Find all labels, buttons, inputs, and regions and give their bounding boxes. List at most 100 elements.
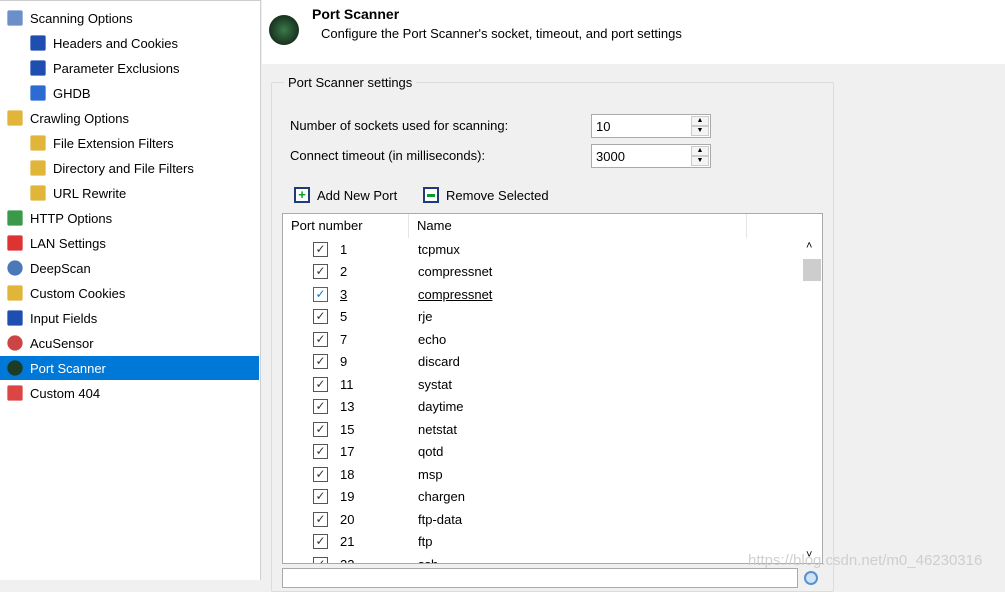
sidebar-item-url-rewrite[interactable]: URL Rewrite (0, 181, 259, 205)
radar-icon (7, 360, 23, 376)
port-checkbox[interactable]: ✓ (313, 444, 328, 459)
sidebar-item-headers-and-cookies[interactable]: Headers and Cookies (0, 31, 259, 55)
port-checkbox[interactable]: ✓ (313, 264, 328, 279)
port-checkbox[interactable]: ✓ (313, 421, 328, 437)
port-number: 13 (340, 399, 355, 414)
table-row[interactable]: ✓ 5 rje (283, 306, 799, 328)
search-icon[interactable] (804, 571, 818, 585)
sidebar-item-label: Crawling Options (30, 110, 129, 126)
spin-up-button[interactable]: ▲ (691, 116, 709, 126)
table-row[interactable]: ✓ 21 ftp (283, 531, 799, 553)
port-checkbox[interactable]: ✓ (313, 309, 328, 324)
spin-up-button[interactable]: ▲ (691, 146, 709, 156)
port-checkbox[interactable]: ✓ (313, 466, 328, 482)
table-row[interactable]: ✓ 19 chargen (283, 486, 799, 508)
sidebar-item-label: Custom Cookies (30, 285, 126, 301)
sidebar-item-label: Port Scanner (30, 360, 106, 376)
sidebar-item-file-extension-filters[interactable]: File Extension Filters (0, 131, 259, 155)
port-name: systat (418, 376, 452, 392)
port-checkbox[interactable]: ✓ (313, 286, 328, 302)
sidebar-item-label: Input Fields (30, 310, 98, 326)
column-header-port-number[interactable]: Port number (283, 214, 409, 238)
port-checkbox[interactable]: ✓ (313, 489, 328, 504)
port-checkbox[interactable]: ✓ (313, 241, 328, 257)
port-input-field[interactable] (282, 568, 798, 588)
scrollbar-thumb[interactable] (803, 259, 821, 281)
sidebar-item-parameter-exclusions[interactable]: Parameter Exclusions (0, 56, 259, 80)
port-number: 11 (340, 376, 354, 392)
page-title: Port Scanner (312, 6, 400, 22)
page-header: Port Scanner Configure the Port Scanner'… (262, 0, 1005, 64)
add-new-port-button[interactable]: + Add New Port (294, 187, 397, 203)
table-row[interactable]: ✓ 9 discard (283, 351, 799, 373)
port-name: rje (418, 309, 433, 324)
http-options-icon (7, 210, 23, 226)
sidebar-item-label: File Extension Filters (53, 135, 174, 151)
vertical-scrollbar[interactable]: ˄ ˅ (800, 238, 822, 563)
radar-icon (269, 15, 299, 45)
sockets-stepper[interactable]: 10 ▲ ▼ (591, 114, 711, 138)
port-number: 7 (340, 331, 348, 347)
sidebar-item-scanning-options[interactable]: Scanning Options (0, 6, 259, 30)
table-row[interactable]: ✓ 18 msp (283, 463, 799, 485)
port-checkbox[interactable]: ✓ (313, 511, 328, 527)
timeout-value[interactable]: 3000 (596, 149, 625, 164)
table-row[interactable]: ✓ 20 ftp-data (283, 508, 799, 530)
sidebar-item-acusensor[interactable]: AcuSensor (0, 331, 259, 355)
port-checkbox[interactable]: ✓ (313, 399, 328, 414)
crawler-icon (30, 185, 46, 201)
sidebar-item-label: Custom 404 (30, 385, 101, 401)
port-name: ssh (418, 556, 439, 564)
port-number: 15 (340, 421, 355, 437)
lan-settings-icon (7, 235, 23, 251)
table-row[interactable]: ✓ 2 compressnet (283, 261, 799, 283)
sidebar-item-http-options[interactable]: HTTP Options (0, 206, 259, 230)
remove-selected-label: Remove Selected (446, 187, 549, 203)
port-number: 18 (340, 466, 355, 482)
port-checkbox[interactable]: ✓ (313, 376, 328, 392)
port-number: 1 (340, 241, 348, 257)
spin-down-button[interactable]: ▼ (691, 126, 709, 136)
crawler-icon (7, 285, 23, 301)
table-row[interactable]: ✓ 22 ssh (283, 553, 799, 564)
port-checkbox[interactable]: ✓ (313, 354, 328, 369)
sidebar-item-deepscan[interactable]: DeepScan (0, 256, 259, 280)
crawler-icon (30, 135, 46, 151)
column-header-name[interactable]: Name (409, 214, 747, 238)
table-row[interactable]: ✓ 11 systat (283, 373, 799, 395)
settings-tree[interactable]: Scanning Options Headers and Cookies Param… (0, 0, 261, 580)
sidebar-item-custom-404[interactable]: Custom 404 (0, 381, 259, 405)
page-subtitle: Configure the Port Scanner's socket, tim… (321, 26, 682, 41)
port-name: tcpmux (418, 241, 460, 257)
timeout-stepper[interactable]: 3000 ▲ ▼ (591, 144, 711, 168)
scroll-up-icon[interactable]: ˄ (806, 240, 812, 252)
sidebar-item-ghdb[interactable]: GHDB (0, 81, 259, 105)
sockets-value[interactable]: 10 (596, 119, 610, 134)
port-checkbox[interactable]: ✓ (313, 534, 328, 549)
table-row[interactable]: ✓ 17 qotd (283, 441, 799, 463)
table-row[interactable]: ✓ 15 netstat (283, 418, 799, 440)
sidebar-item-custom-cookies[interactable]: Custom Cookies (0, 281, 259, 305)
scanning-options-icon (7, 10, 23, 26)
table-row[interactable]: ✓ 3 compressnet (283, 283, 799, 305)
table-row[interactable]: ✓ 7 echo (283, 328, 799, 350)
crawler-icon (30, 160, 46, 176)
table-row[interactable]: ✓ 13 daytime (283, 396, 799, 418)
sidebar-item-crawling-options[interactable]: Crawling Options (0, 106, 259, 130)
port-checkbox[interactable]: ✓ (313, 556, 328, 563)
sidebar-item-input-fields[interactable]: Input Fields (0, 306, 259, 330)
globe-icon (7, 260, 23, 276)
ghdb-icon (30, 85, 46, 101)
ports-table[interactable]: Port number Name ✓ 1 tcpmux ✓ 2 compressnet ✓ 3… (282, 213, 823, 564)
remove-selected-button[interactable]: Remove Selected (423, 187, 549, 203)
sidebar-item-directory-and-file-filters[interactable]: Directory and File Filters (0, 156, 259, 180)
table-row[interactable]: ✓ 1 tcpmux (283, 238, 799, 260)
port-name: chargen (418, 489, 465, 504)
timeout-label: Connect timeout (in milliseconds): (290, 148, 486, 163)
sidebar-item-label: DeepScan (30, 260, 91, 276)
port-checkbox[interactable]: ✓ (313, 331, 328, 347)
spin-down-button[interactable]: ▼ (691, 156, 709, 166)
sidebar-item-lan-settings[interactable]: LAN Settings (0, 231, 259, 255)
port-name: ftp (418, 534, 433, 549)
sidebar-item-port-scanner[interactable]: Port Scanner (0, 356, 259, 380)
